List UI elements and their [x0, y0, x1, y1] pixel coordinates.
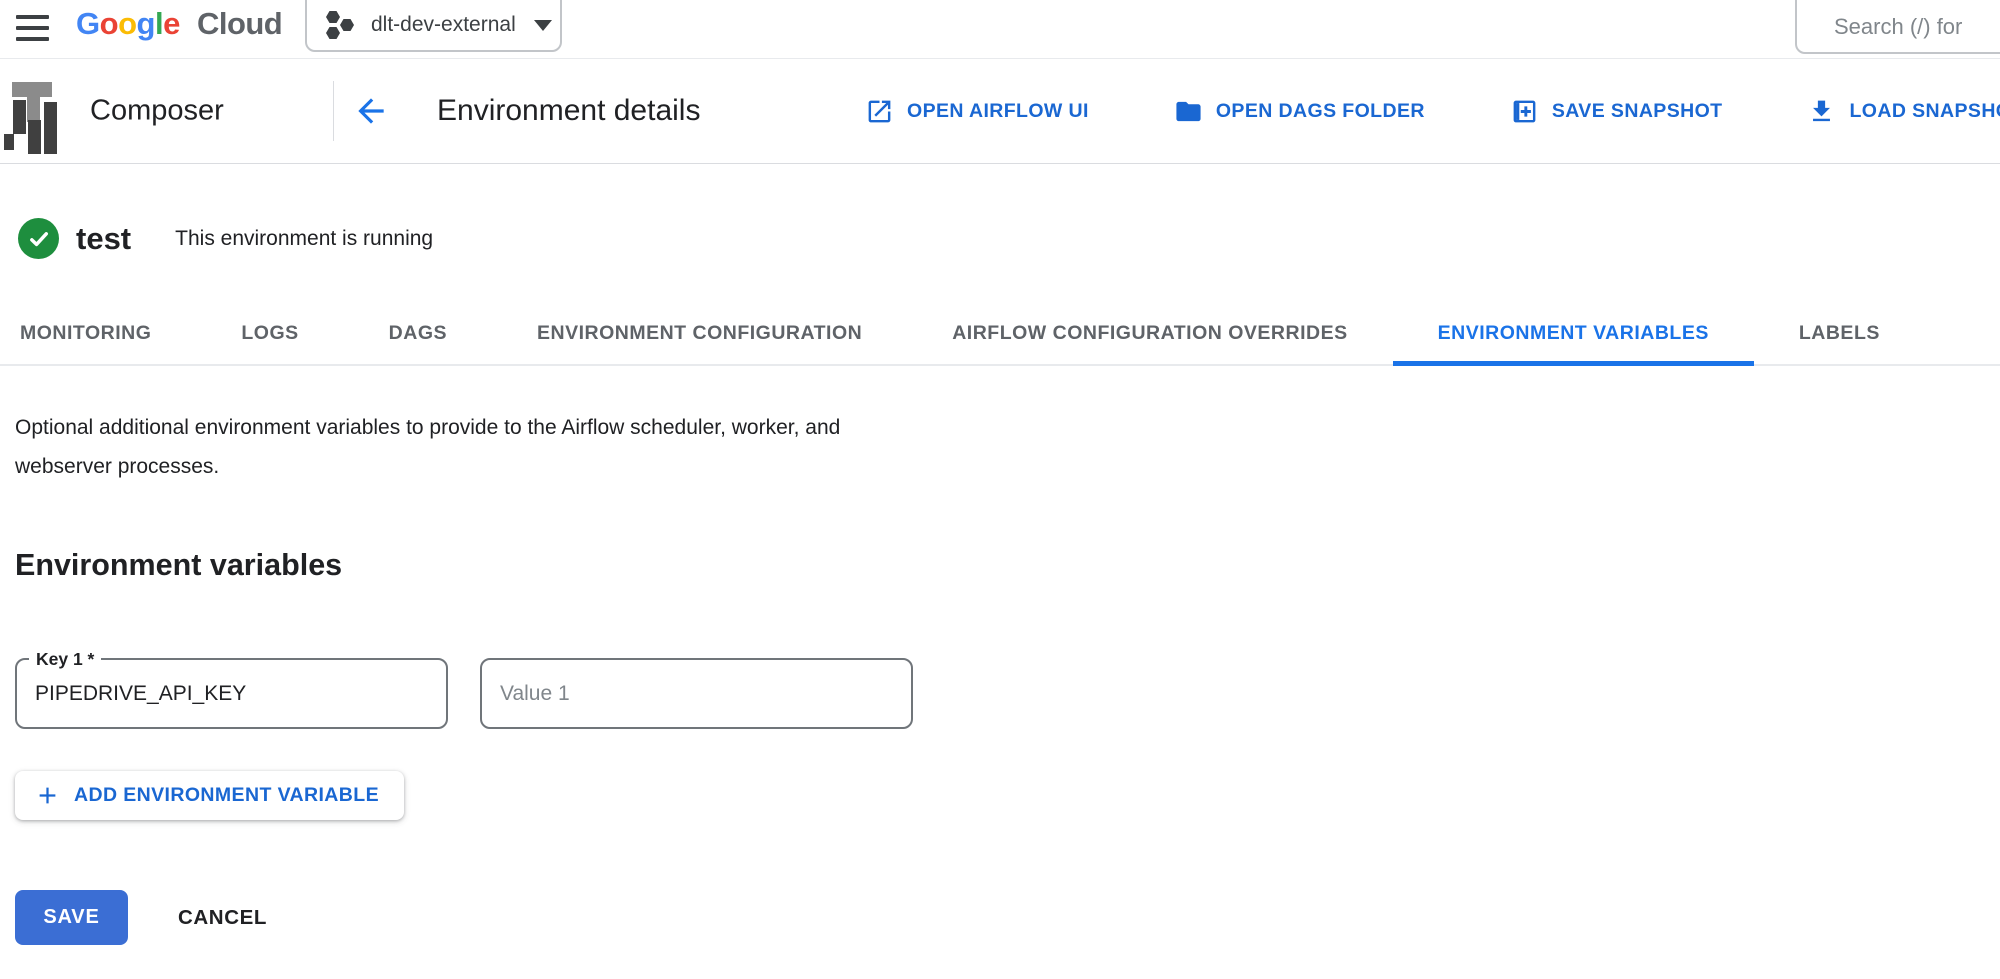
add-environment-variable-button[interactable]: ADD ENVIRONMENT VARIABLE	[15, 771, 404, 820]
action-label: SAVE SNAPSHOT	[1552, 100, 1723, 123]
action-load-snapshot[interactable]: LOAD SNAPSHOT	[1807, 97, 2000, 126]
tab-environment-configuration[interactable]: ENVIRONMENT CONFIGURATION	[537, 302, 862, 364]
status-check-icon	[18, 218, 59, 259]
google-cloud-logo: Google Cloud	[76, 6, 282, 42]
key-input[interactable]	[17, 660, 446, 727]
cancel-button[interactable]: CANCEL	[172, 905, 273, 931]
open-in-new-icon	[865, 97, 894, 126]
back-arrow-icon[interactable]	[352, 92, 390, 130]
action-open-airflow-ui[interactable]: OPEN AIRFLOW UI	[865, 97, 1089, 126]
chevron-down-icon	[534, 20, 552, 31]
header-divider	[333, 81, 334, 141]
tab-labels[interactable]: LABELS	[1799, 302, 1880, 364]
key-field-label: Key 1 *	[29, 648, 101, 670]
tab-airflow-configuration-overrides[interactable]: AIRFLOW CONFIGURATION OVERRIDES	[952, 302, 1347, 364]
product-name: Composer	[90, 95, 224, 128]
tab-environment-variables[interactable]: ENVIRONMENT VARIABLES	[1438, 302, 1709, 364]
action-open-dags-folder[interactable]: OPEN DAGS FOLDER	[1174, 97, 1425, 126]
page-title: Environment details	[437, 94, 700, 128]
google-logo-wordmark: Google	[76, 6, 180, 41]
form-actions: SAVE CANCEL	[15, 890, 2000, 945]
tab-monitoring[interactable]: MONITORING	[20, 302, 151, 364]
top-bar: Google Cloud dlt-dev-external	[0, 0, 2000, 59]
download-icon	[1807, 97, 1836, 126]
action-label: OPEN AIRFLOW UI	[907, 100, 1089, 123]
action-label: LOAD SNAPSHOT	[1849, 100, 2000, 123]
key-field: Key 1 *	[15, 658, 448, 729]
folder-icon	[1174, 97, 1203, 126]
project-selector[interactable]: dlt-dev-external	[305, 0, 562, 52]
environment-status-row: test This environment is running	[0, 164, 2000, 259]
search-box	[1795, 0, 2000, 54]
plus-icon	[34, 782, 61, 809]
action-save-snapshot[interactable]: SAVE SNAPSHOT	[1510, 97, 1723, 126]
project-hexagons-icon	[325, 9, 355, 41]
save-button[interactable]: SAVE	[15, 890, 128, 945]
value-input[interactable]	[482, 660, 911, 727]
composer-logo-icon	[4, 76, 58, 156]
section-description: Optional additional environment variable…	[15, 408, 2000, 486]
project-selector-label: dlt-dev-external	[371, 13, 516, 37]
value-field	[480, 658, 913, 729]
save-snapshot-icon	[1510, 97, 1539, 126]
hamburger-menu-icon[interactable]	[16, 15, 49, 41]
main-content: Optional additional environment variable…	[0, 408, 2000, 945]
env-var-form-row: Key 1 *	[15, 658, 2000, 729]
google-cloud-logo-suffix: Cloud	[197, 6, 282, 41]
tab-dags[interactable]: DAGS	[389, 302, 447, 364]
environment-name: test	[76, 221, 131, 257]
header-actions: OPEN AIRFLOW UI OPEN DAGS FOLDER SAVE SNAP…	[865, 59, 2000, 163]
environment-status-message: This environment is running	[175, 227, 433, 251]
product-header: Composer Environment details OPEN AIRFLO…	[0, 59, 2000, 164]
search-input[interactable]	[1797, 0, 2000, 52]
section-title: Environment variables	[15, 548, 2000, 583]
tab-logs[interactable]: LOGS	[241, 302, 298, 364]
action-label: OPEN DAGS FOLDER	[1216, 100, 1425, 123]
tab-bar: MONITORING LOGS DAGS ENVIRONMENT CONFIGURAT…	[0, 302, 2000, 366]
